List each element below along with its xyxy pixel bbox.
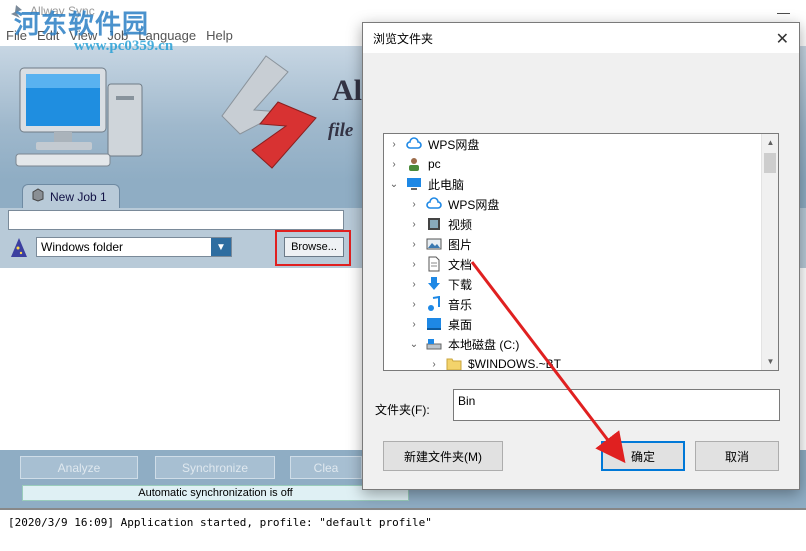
browse-folder-dialog: 浏览文件夹 ✕ › WPS网盘 › pc ⌄ 此电脑 › WPS网盘 › 视频 › 图片 › 文档 › 下载 ›… [362, 22, 800, 490]
log-panel: [2020/3/9 16:09] Application started, pr… [0, 508, 806, 551]
tree-item-label: 视频 [448, 217, 473, 232]
document-icon [426, 256, 442, 272]
tree-item[interactable]: › WPS网盘 [384, 134, 762, 154]
wizard-hat-icon[interactable] [8, 237, 30, 259]
chevron-right-icon[interactable]: › [388, 139, 400, 150]
folder-name-input[interactable]: Bin [453, 389, 780, 421]
folder-tree[interactable]: › WPS网盘 › pc ⌄ 此电脑 › WPS网盘 › 视频 › 图片 › 文档 › 下载 › 音乐 › 桌面 ⌄ 本地… [383, 133, 779, 371]
tree-item-label: 图片 [448, 237, 473, 252]
computer-icon [406, 176, 422, 192]
menu-file[interactable]: File [6, 28, 27, 43]
tree-item[interactable]: › 音乐 [384, 294, 762, 314]
picture-icon [426, 236, 442, 252]
user-icon [406, 156, 422, 172]
menu-help[interactable]: Help [206, 28, 233, 43]
tree-item[interactable]: ⌄ 此电脑 [384, 174, 762, 194]
scroll-up-icon[interactable]: ▲ [762, 134, 778, 151]
tree-item-label: 本地磁盘 (C:) [448, 337, 520, 352]
tree-item-label: 音乐 [448, 297, 473, 312]
tree-item[interactable]: › 下载 [384, 274, 762, 294]
minimize-button[interactable]: — [761, 0, 806, 24]
tree-item[interactable]: › 桌面 [384, 314, 762, 334]
tree-item[interactable]: › 图片 [384, 234, 762, 254]
analyze-button[interactable]: Analyze [20, 456, 138, 479]
tree-item[interactable]: ⌄ 本地磁盘 (C:) [384, 334, 762, 354]
chevron-right-icon[interactable]: › [408, 319, 420, 330]
tree-item-label: pc [428, 157, 441, 171]
desktop-icon [426, 316, 442, 332]
job-box-icon [31, 188, 45, 205]
computer-illustration [15, 67, 143, 167]
chevron-right-icon[interactable]: › [388, 159, 400, 170]
tree-item-label: WPS网盘 [448, 197, 500, 212]
allway-logo-icon [221, 55, 317, 169]
chevron-right-icon[interactable]: › [428, 359, 440, 370]
clean-button[interactable]: Clea [290, 456, 362, 479]
auto-sync-status: Automatic synchronization is off [22, 485, 409, 501]
tree-item[interactable]: › $WINDOWS.~BT [384, 354, 762, 371]
ok-button[interactable]: 确定 [601, 441, 685, 471]
chevron-right-icon[interactable]: › [408, 299, 420, 310]
menu-view[interactable]: View [69, 28, 97, 43]
scroll-thumb[interactable] [764, 153, 776, 173]
tree-item-label: 此电脑 [428, 177, 465, 192]
tab-label: New Job 1 [50, 189, 107, 204]
video-icon [426, 216, 442, 232]
brand-subtitle: file [328, 120, 354, 141]
tree-item-label: WPS网盘 [428, 137, 480, 152]
download-icon [426, 276, 442, 292]
tree-item[interactable]: › pc [384, 154, 762, 174]
chevron-right-icon[interactable]: › [408, 199, 420, 210]
chevron-right-icon[interactable]: › [408, 239, 420, 250]
chevron-down-icon[interactable]: ⌄ [408, 339, 420, 350]
app-title: Allway Sync [30, 4, 95, 18]
tree-item[interactable]: › 视频 [384, 214, 762, 234]
chevron-down-icon[interactable]: ⌄ [388, 179, 400, 190]
dialog-titlebar: 浏览文件夹 ✕ [363, 23, 799, 53]
menu-language[interactable]: Language [138, 28, 196, 43]
dialog-title: 浏览文件夹 [373, 31, 434, 46]
tree-item-label: 文档 [448, 257, 473, 272]
folder-type-select[interactable]: Windows folder ▼ [36, 237, 232, 257]
folder-type-value: Windows folder [41, 240, 124, 254]
log-line: [2020/3/9 16:09] Application started, pr… [8, 516, 432, 529]
close-icon[interactable]: ✕ [776, 29, 789, 49]
drive-icon [426, 336, 442, 352]
tree-scrollbar[interactable]: ▲ ▼ [761, 134, 778, 370]
folder-path-input[interactable] [8, 210, 344, 230]
folder-icon [446, 356, 462, 370]
chevron-right-icon[interactable]: › [408, 219, 420, 230]
brand-text: Al [332, 74, 362, 107]
browse-button[interactable]: Browse... [284, 237, 344, 257]
synchronize-button[interactable]: Synchronize [155, 456, 275, 479]
scroll-down-icon[interactable]: ▼ [762, 353, 778, 370]
chevron-right-icon[interactable]: › [408, 279, 420, 290]
folder-field-label: 文件夹(F): [375, 403, 430, 417]
menu-job[interactable]: Job [107, 28, 128, 43]
app-logo-icon [8, 4, 24, 20]
tree-item-label: 桌面 [448, 317, 473, 332]
new-folder-button[interactable]: 新建文件夹(M) [383, 441, 503, 471]
cloud-icon [406, 136, 422, 152]
cloud-icon [426, 196, 442, 212]
tree-item[interactable]: › WPS网盘 [384, 194, 762, 214]
menu-edit[interactable]: Edit [37, 28, 59, 43]
tree-item-label: 下载 [448, 277, 473, 292]
tree-item-label: $WINDOWS.~BT [468, 357, 562, 371]
tree-item[interactable]: › 文档 [384, 254, 762, 274]
chevron-right-icon[interactable]: › [408, 259, 420, 270]
chevron-down-icon[interactable]: ▼ [211, 238, 231, 256]
tab-new-job-1[interactable]: New Job 1 [22, 184, 120, 208]
cancel-button[interactable]: 取消 [695, 441, 779, 471]
music-icon [426, 296, 442, 312]
app-titlebar: Allway Sync — [0, 0, 806, 24]
